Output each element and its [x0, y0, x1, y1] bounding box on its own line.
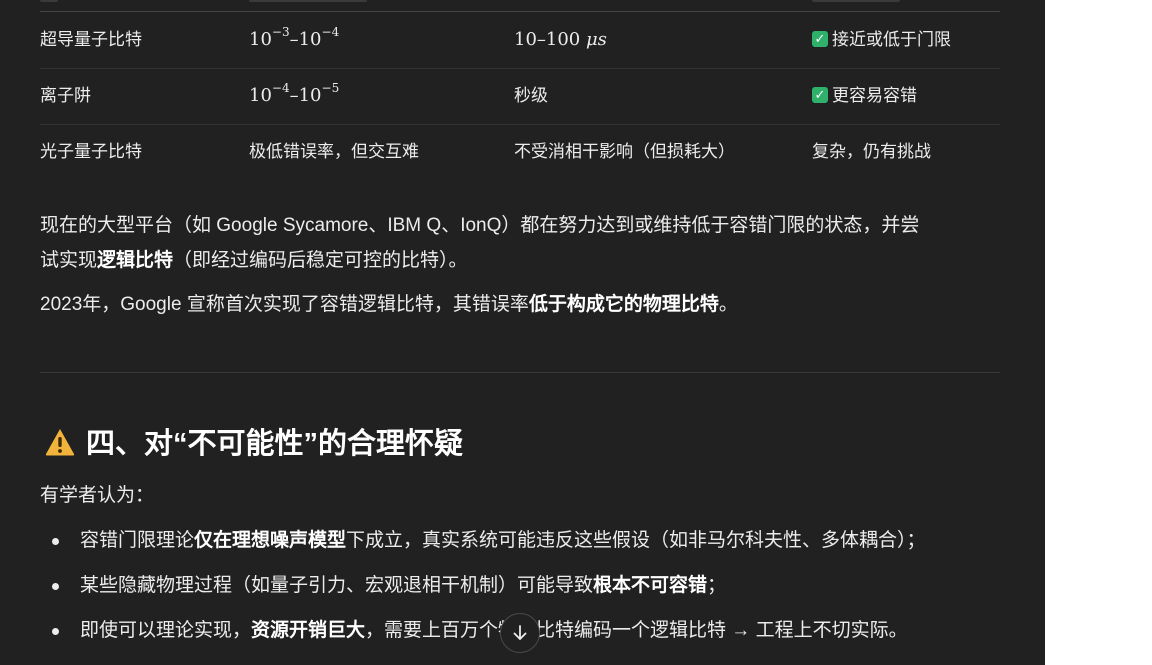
status-cell: ✓ 更容易容错 [812, 68, 917, 124]
table-row: 光子量子比特 极低错误率，但交互难 不受消相干影响（但损耗大） 复杂，仍有挑战 [40, 124, 1000, 180]
status-cell: ✓ 接近或低于门限 [812, 12, 951, 68]
status-cell: 复杂，仍有挑战 [812, 142, 931, 161]
table-header-cell-clipped [812, 0, 900, 2]
check-icon: ✓ [812, 86, 828, 103]
paragraph: 现在的大型平台（如 Google Sycamore、IBM Q、IonQ）都在努… [40, 208, 1000, 278]
platform-cell: 超导量子比特 [40, 30, 142, 49]
paragraph: 2023年，Google 宣称首次实现了容错逻辑比特，其错误率低于构成它的物理比… [40, 294, 738, 315]
platform-cell: 光子量子比特 [40, 142, 142, 161]
error-rate-cell: 10−4–10−5 [249, 81, 340, 106]
warning-icon [45, 429, 75, 456]
page: 超导量子比特 10−3–10−4 10–100 μs ✓ 接近或低于门限 离子阱 … [0, 0, 1152, 665]
arrow-down-icon [513, 625, 527, 640]
table-row: 离子阱 10−4–10−5 秒级 ✓ 更容易容错 [40, 68, 1000, 125]
table-header-cell-clipped [40, 0, 58, 2]
table-row: 超导量子比特 10−3–10−4 10–100 μs ✓ 接近或低于门限 [40, 12, 1000, 69]
coherence-cell: 不受消相干影响（但损耗大） [514, 142, 735, 161]
list-item: 容错门限理论仅在理想噪声模型下成立，真实系统可能违反这些假设（如非马尔科夫性、多… [80, 530, 926, 551]
intro-text: 有学者认为： [40, 485, 155, 506]
error-rate-cell: 10−3–10−4 [249, 25, 340, 50]
section-divider [40, 372, 1000, 373]
paragraph-line: 试实现逻辑比特（即经过编码后稳定可控的比特）。 [40, 250, 468, 271]
scroll-to-bottom-button[interactable] [500, 613, 540, 653]
section-heading: 四、对“不可能性”的合理怀疑 [44, 422, 463, 466]
list-item: 即使可以理论实现，资源开销巨大，需要上百万个物理比特编码一个逻辑比特 → 工程上… [80, 620, 908, 641]
table-header-cell-clipped [249, 0, 367, 2]
bullet-dot [52, 583, 59, 590]
coherence-cell: 10–100 μs [514, 29, 607, 50]
platform-cell: 离子阱 [40, 86, 91, 105]
chat-message-panel: 超导量子比特 10−3–10−4 10–100 μs ✓ 接近或低于门限 离子阱 … [0, 0, 1045, 665]
paragraph-line: 现在的大型平台（如 Google Sycamore、IBM Q、IonQ）都在努… [40, 215, 920, 236]
list-item: 某些隐藏物理过程（如量子引力、宏观退相干机制）可能导致根本不可容错； [80, 575, 727, 596]
bullet-dot [52, 628, 59, 635]
coherence-cell: 秒级 [514, 86, 548, 105]
bullet-dot [52, 538, 59, 545]
error-rate-cell: 极低错误率，但交互难 [249, 142, 419, 161]
check-icon: ✓ [812, 30, 828, 47]
